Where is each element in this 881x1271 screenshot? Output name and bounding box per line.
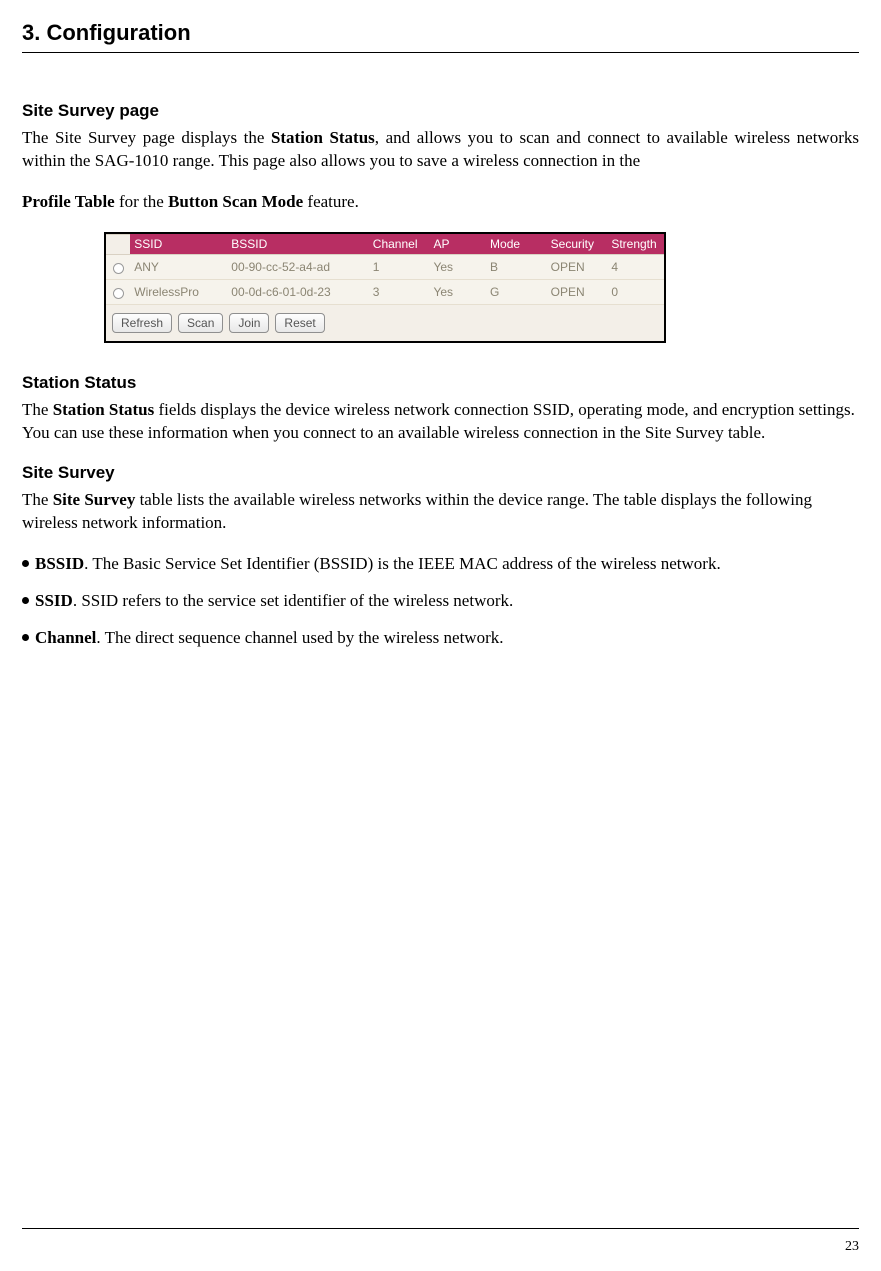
- bullet-channel: Channel. The direct sequence channel use…: [22, 627, 859, 650]
- header-channel: Channel: [369, 234, 430, 255]
- section-station-status: Station Status: [22, 373, 859, 393]
- para-site-survey-page: The Site Survey page displays the Statio…: [22, 127, 859, 173]
- cell-bssid: 00-90-cc-52-a4-ad: [227, 255, 369, 280]
- text: feature.: [303, 192, 359, 211]
- header-security: Security: [547, 234, 608, 255]
- section-site-survey-page: Site Survey page: [22, 101, 859, 121]
- cell-ssid: WirelessPro: [130, 280, 227, 305]
- para-station-status: The Station Status fields displays the d…: [22, 399, 859, 445]
- text: table lists the available wireless netwo…: [22, 490, 812, 532]
- cell-channel: 3: [369, 280, 430, 305]
- scan-button[interactable]: Scan: [178, 313, 223, 333]
- bullet-icon: [22, 560, 29, 567]
- header-ap: AP: [429, 234, 486, 255]
- refresh-button[interactable]: Refresh: [112, 313, 172, 333]
- page-footer: 23: [22, 1228, 859, 1255]
- cell-ssid: ANY: [130, 255, 227, 280]
- header-radio: [106, 234, 130, 255]
- screenshot-button-row: Refresh Scan Join Reset: [106, 305, 664, 341]
- cell-strength: 4: [607, 255, 664, 280]
- table-row[interactable]: WirelessPro 00-0d-c6-01-0d-23 3 Yes G OP…: [106, 280, 664, 305]
- text-bold: Button Scan Mode: [168, 192, 303, 211]
- bullet-bssid: BSSID. The Basic Service Set Identifier …: [22, 553, 859, 576]
- bullet-icon: [22, 597, 29, 604]
- text: The Site Survey page displays the: [22, 128, 271, 147]
- header-ssid: SSID: [130, 234, 227, 255]
- footer-rule: [22, 1228, 859, 1229]
- text: for the: [115, 192, 168, 211]
- header-rule: [22, 52, 859, 53]
- text: The: [22, 400, 53, 419]
- radio-icon[interactable]: [113, 263, 124, 274]
- section-site-survey: Site Survey: [22, 463, 859, 483]
- bullet-icon: [22, 634, 29, 641]
- table-row[interactable]: ANY 00-90-cc-52-a4-ad 1 Yes B OPEN 4: [106, 255, 664, 280]
- row-radio[interactable]: [106, 280, 130, 305]
- bullet-ssid: SSID. SSID refers to the service set ide…: [22, 590, 859, 613]
- row-radio[interactable]: [106, 255, 130, 280]
- para-profile-table: Profile Table for the Button Scan Mode f…: [22, 191, 859, 214]
- cell-ap: Yes: [429, 280, 486, 305]
- text-bold: Station Status: [53, 400, 155, 419]
- header-bssid: BSSID: [227, 234, 369, 255]
- chapter-title: 3. Configuration: [22, 20, 859, 46]
- cell-security: OPEN: [547, 280, 608, 305]
- table-header-row: SSID BSSID Channel AP Mode Security Stre…: [106, 234, 664, 255]
- header-mode: Mode: [486, 234, 547, 255]
- site-survey-screenshot: SSID BSSID Channel AP Mode Security Stre…: [104, 232, 666, 344]
- text: . The Basic Service Set Identifier (BSSI…: [84, 554, 721, 573]
- cell-channel: 1: [369, 255, 430, 280]
- text-bold: Site Survey: [53, 490, 136, 509]
- text: . The direct sequence channel used by th…: [96, 628, 503, 647]
- cell-mode: B: [486, 255, 547, 280]
- cell-mode: G: [486, 280, 547, 305]
- text-bold: BSSID: [35, 554, 84, 573]
- reset-button[interactable]: Reset: [275, 313, 324, 333]
- site-survey-table: SSID BSSID Channel AP Mode Security Stre…: [106, 234, 664, 306]
- para-site-survey: The Site Survey table lists the availabl…: [22, 489, 859, 535]
- text-bold: Station Status: [271, 128, 375, 147]
- header-strength: Strength: [607, 234, 664, 255]
- radio-icon[interactable]: [113, 288, 124, 299]
- text: . SSID refers to the service set identif…: [73, 591, 513, 610]
- cell-strength: 0: [607, 280, 664, 305]
- cell-security: OPEN: [547, 255, 608, 280]
- text-bold: Channel: [35, 628, 96, 647]
- text: The: [22, 490, 53, 509]
- cell-ap: Yes: [429, 255, 486, 280]
- text-bold: Profile Table: [22, 192, 115, 211]
- text-bold: SSID: [35, 591, 73, 610]
- join-button[interactable]: Join: [229, 313, 269, 333]
- cell-bssid: 00-0d-c6-01-0d-23: [227, 280, 369, 305]
- page-number: 23: [22, 1239, 859, 1255]
